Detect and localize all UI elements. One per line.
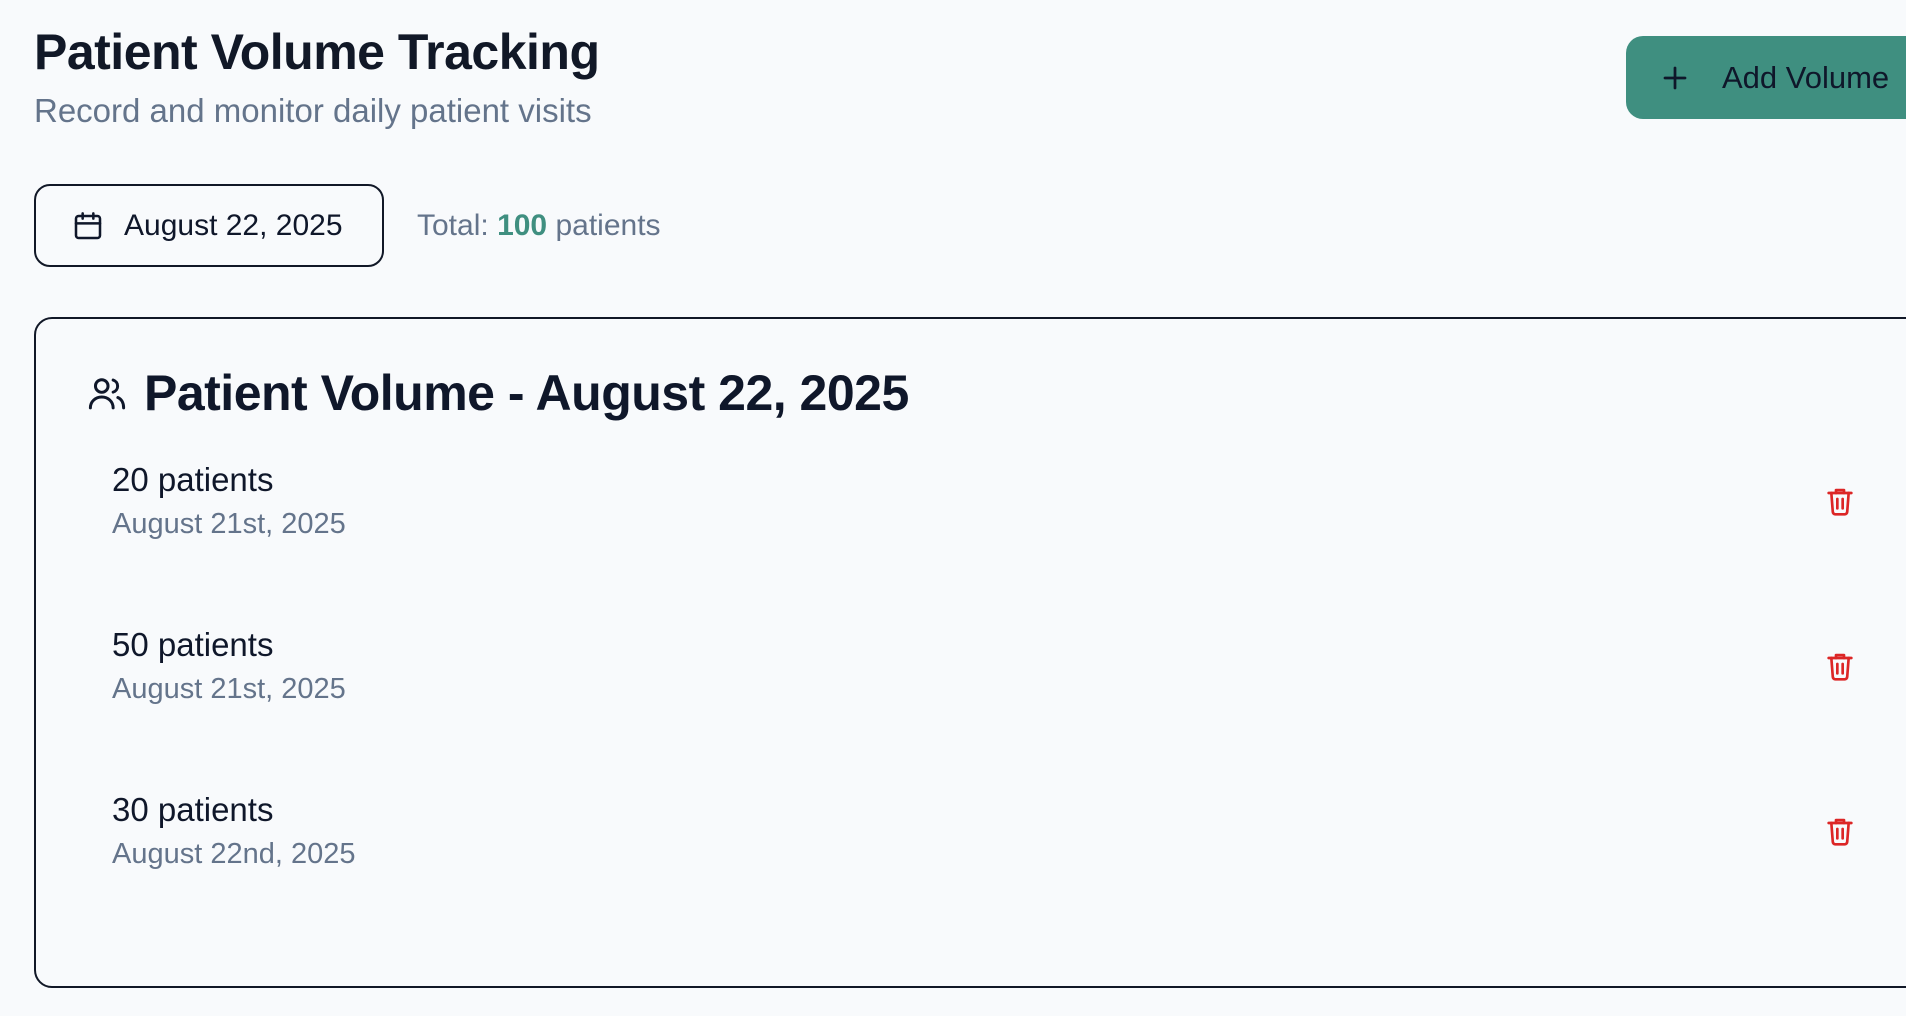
- entry-date: August 22nd, 2025: [112, 838, 356, 870]
- entry-count: 50 patients: [112, 626, 274, 663]
- total-summary: Total: 100 patients: [417, 207, 661, 245]
- calendar-icon: [74, 211, 102, 239]
- entry-count: 20 patients: [112, 461, 274, 498]
- plus-icon: [1663, 66, 1687, 89]
- delete-entry-button[interactable]: [1818, 644, 1862, 688]
- patient-volume-card: Patient Volume - August 22, 2025 20 pati…: [34, 317, 1906, 988]
- trash-icon: [1827, 488, 1853, 516]
- card-title: Patient Volume - August 22, 2025: [144, 365, 909, 421]
- users-icon: [88, 378, 126, 410]
- trash-icon: [1827, 818, 1853, 846]
- add-volume-button[interactable]: Add Volume: [1626, 36, 1906, 119]
- entry-date: August 21st, 2025: [112, 508, 346, 540]
- volume-entry: 20 patients August 21st, 2025: [112, 459, 1872, 569]
- card-header: Patient Volume - August 22, 2025: [86, 363, 909, 423]
- total-prefix: Total:: [417, 209, 489, 242]
- selected-date: August 22, 2025: [124, 208, 343, 242]
- delete-entry-button[interactable]: [1818, 809, 1862, 853]
- add-volume-label: Add Volume: [1722, 59, 1890, 95]
- entry-date: August 21st, 2025: [112, 673, 346, 705]
- volume-entry: 50 patients August 21st, 2025: [112, 624, 1872, 734]
- page-title: Patient Volume Tracking: [34, 24, 600, 80]
- patient-volume-page: Patient Volume Tracking Record and monit…: [0, 0, 1906, 1016]
- trash-icon: [1827, 653, 1853, 681]
- page-subtitle: Record and monitor daily patient visits: [34, 92, 592, 129]
- total-count: 100: [497, 209, 548, 242]
- delete-entry-button[interactable]: [1818, 479, 1862, 523]
- volume-entry: 30 patients August 22nd, 2025: [112, 789, 1872, 899]
- entry-count: 30 patients: [112, 791, 274, 828]
- total-suffix: patients: [555, 209, 661, 242]
- date-picker-button[interactable]: August 22, 2025: [34, 184, 384, 267]
